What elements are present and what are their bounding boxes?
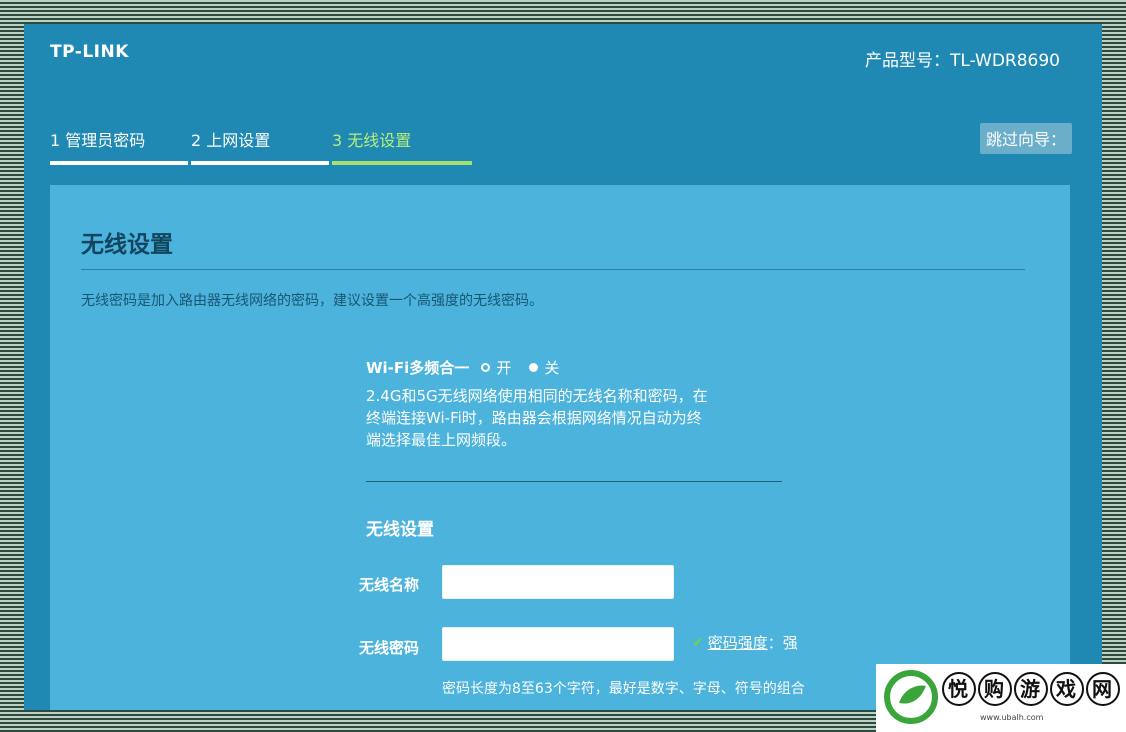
- strength-separator: ：: [767, 634, 783, 652]
- wifi-merge-description: 2.4G和5G无线网络使用相同的无线名称和密码，在 终端连接Wi-Fi时，路由器…: [366, 385, 756, 451]
- section-divider: [366, 481, 782, 482]
- wifi-merge-row: Wi-Fi多频合一 开 关: [366, 357, 577, 378]
- watermark-char: 戏: [1050, 672, 1084, 706]
- wifi-merge-on-radio[interactable]: [481, 363, 491, 372]
- title-divider: [81, 269, 1025, 270]
- step-progress-bar: [332, 161, 472, 165]
- description-line: 终端连接Wi-Fi时，路由器会根据网络情况自动为终: [366, 409, 702, 427]
- step-wireless-settings[interactable]: 3 无线设置: [332, 127, 472, 165]
- page-title: 无线设置: [81, 232, 173, 258]
- description-line: 端选择最佳上网频段。: [366, 431, 517, 449]
- step-label: 3 无线设置: [332, 131, 412, 150]
- watermark-char: 购: [978, 672, 1012, 706]
- watermark-text: 悦购游戏网: [942, 672, 1122, 706]
- password-strength: ✔ 密码强度 ： 强: [692, 632, 798, 653]
- wifi-merge-off-radio[interactable]: [529, 363, 539, 372]
- page-description: 无线密码是加入路由器无线网络的密码，建议设置一个高强度的无线密码。: [81, 293, 543, 309]
- strength-label[interactable]: 密码强度: [708, 632, 768, 653]
- step-label: 2 上网设置: [191, 131, 271, 150]
- tp-link-logo: TP-LINK: [50, 42, 129, 62]
- check-icon: ✔: [692, 634, 704, 651]
- router-setup-wizard: TP-LINK 产品型号：TL-WDR8690 1 管理员密码 2 上网设置 3…: [24, 24, 1102, 710]
- description-line: 2.4G和5G无线网络使用相同的无线名称和密码，在: [366, 387, 708, 405]
- step-progress-bar: [191, 161, 329, 165]
- watermark-url: www.ubalh.com: [980, 713, 1044, 722]
- step-admin-password[interactable]: 1 管理员密码: [50, 127, 188, 165]
- ssid-label: 无线名称: [359, 576, 420, 594]
- password-label: 无线密码: [359, 639, 420, 657]
- skip-wizard-button[interactable]: 跳过向导：: [979, 123, 1072, 154]
- wifi-merge-label: Wi-Fi多频合一: [366, 359, 470, 377]
- watermark-char: 悦: [942, 672, 976, 706]
- step-internet-settings[interactable]: 2 上网设置: [191, 127, 329, 165]
- wifi-merge-off-label[interactable]: 关: [544, 357, 559, 378]
- step-label: 1 管理员密码: [50, 131, 146, 150]
- watermark-char: 游: [1014, 672, 1048, 706]
- wireless-settings-panel: 无线设置 无线密码是加入路由器无线网络的密码，建议设置一个高强度的无线密码。 W…: [50, 185, 1070, 710]
- wireless-section-title: 无线设置: [366, 520, 434, 540]
- step-progress-bar: [50, 161, 188, 165]
- product-model: 产品型号：TL-WDR8690: [865, 51, 1060, 71]
- leaf-logo-icon: [884, 670, 938, 724]
- password-hint: 密码长度为8至63个字符，最好是数字、字母、符号的组合: [442, 681, 805, 697]
- ssid-input[interactable]: [442, 565, 674, 599]
- site-watermark: 悦购游戏网 www.ubalh.com: [876, 664, 1126, 732]
- password-input[interactable]: [442, 627, 674, 661]
- watermark-char: 网: [1086, 672, 1120, 706]
- strength-value: 强: [782, 634, 798, 652]
- wifi-merge-on-label[interactable]: 开: [496, 357, 511, 378]
